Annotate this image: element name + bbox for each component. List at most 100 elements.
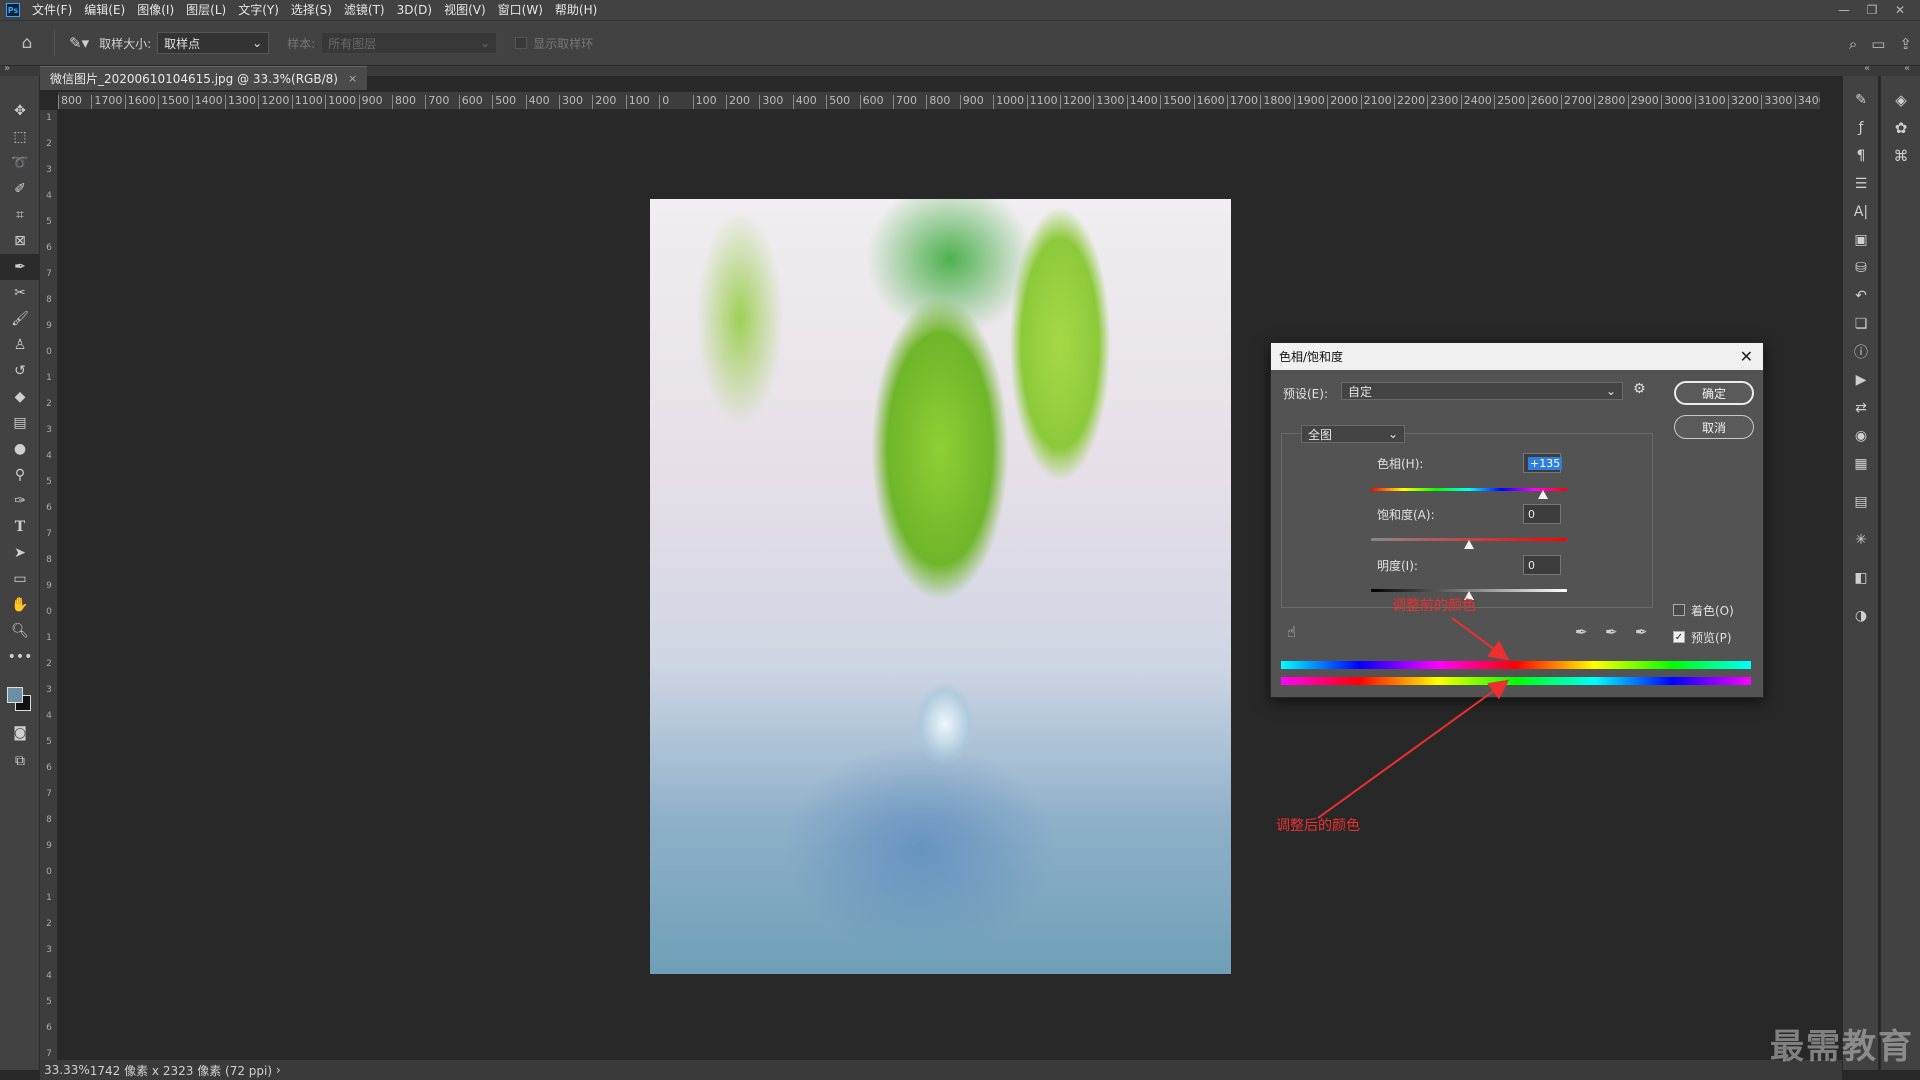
eyedropper-add-icon[interactable]: ✒ [1605,623,1618,641]
sample-size-select[interactable]: 取样点 ⌄ [157,32,270,54]
menu-select[interactable]: 选择(S) [285,0,338,20]
saturation-input[interactable]: 0 [1523,504,1561,524]
targeted-adjust-icon[interactable]: ☝ [1287,623,1296,641]
quick-mask-icon[interactable]: ◙ [0,720,40,746]
hand-icon[interactable]: ✋ [0,592,40,618]
eyedropper-subtract-icon[interactable]: ✒ [1635,623,1648,641]
menu-edit[interactable]: 编辑(E) [78,0,131,20]
saturation-slider-thumb[interactable] [1464,540,1474,549]
sample-select[interactable]: 所有图层 ⌄ [321,32,498,54]
menu-file[interactable]: 文件(F) [26,0,78,20]
eyedropper-preset-icon[interactable]: ✎▾ [69,34,89,52]
close-icon[interactable]: ✕ [1740,347,1753,366]
navigator-icon[interactable]: ⇄ [1843,394,1879,422]
notes-icon[interactable]: ▤ [1843,488,1879,516]
path-select-icon[interactable]: ➤ [0,540,40,566]
close-window-icon[interactable]: ✕ [1886,3,1914,17]
preview-checkbox[interactable]: ✓ [1673,631,1685,643]
ruler-tick: 1100 [1026,95,1058,109]
history-brush-icon[interactable]: ↺ [0,358,40,384]
screen-mode-icon[interactable]: ⧉ [0,748,40,774]
color-icon[interactable]: ◑ [1843,602,1879,630]
zoom-icon[interactable]: 🔍︎ [0,618,40,644]
menu-type[interactable]: 文字(Y) [232,0,285,20]
collapse-right-icon[interactable]: « [1864,63,1870,74]
3d-icon[interactable]: ◉ [1843,422,1879,450]
cancel-button[interactable]: 取消 [1674,415,1754,439]
ok-button[interactable]: 确定 [1674,381,1754,405]
marquee-icon[interactable]: ⬚ [0,124,40,150]
history-icon[interactable]: ↶ [1843,282,1879,310]
brush-settings-icon[interactable]: ✎ [1843,86,1879,114]
hue-input[interactable]: +135 [1523,453,1563,473]
pen-icon[interactable]: ✑ [0,488,40,514]
dodge-icon[interactable]: ⚲ [0,462,40,488]
styles-icon[interactable]: ƒ [1843,114,1879,142]
search-icon[interactable]: ⌕ [1849,35,1857,53]
eyedropper-icon[interactable]: ✒ [0,254,40,280]
stamp-icon[interactable]: ♙ [0,332,40,358]
eraser-icon[interactable]: ◆ [0,384,40,410]
restore-icon[interactable]: ❐ [1858,3,1886,17]
hue-slider-thumb[interactable] [1537,490,1548,499]
ruler-tick: 200 [592,95,616,109]
menu-filter[interactable]: 滤镜(T) [338,0,391,20]
ruler-tick: 100 [625,95,650,109]
menu-image[interactable]: 图像(I) [131,0,180,20]
close-tab-icon[interactable]: × [348,72,357,85]
info-icon[interactable]: ⓘ [1843,338,1879,366]
layers-icon[interactable]: ◈ [1881,86,1920,114]
clone-source-icon[interactable]: ⛁ [1843,254,1879,282]
show-ring-checkbox[interactable] [515,37,528,49]
menu-view[interactable]: 视图(V) [438,0,492,20]
menu-help[interactable]: 帮助(H) [549,0,603,20]
more-icon[interactable]: ••• [0,644,40,670]
document-tab[interactable]: 微信图片_20200610104615.jpg @ 33.3%(RGB/8) × [40,66,368,90]
table-icon[interactable]: ▦ [1843,450,1879,478]
paragraph-icon[interactable]: ¶ [1843,142,1879,170]
lasso-icon[interactable]: ➰ [0,150,40,176]
measurement-icon[interactable]: ✳ [1843,526,1879,554]
channels-icon[interactable]: ✿ [1881,114,1920,142]
glyphs-icon[interactable]: ▣ [1843,226,1879,254]
ruler-tick: 2 [46,399,52,409]
menu-window[interactable]: 窗口(W) [492,0,549,20]
collapse-right2-icon[interactable]: « [1904,63,1910,74]
ruler-tick: 1000 [993,95,1024,109]
paths-icon[interactable]: ⌘ [1881,142,1920,170]
actions-icon[interactable]: ▶ [1843,366,1879,394]
home-icon[interactable]: ⌂ [14,30,40,56]
collapse-left-icon[interactable]: » [4,63,10,74]
document-image[interactable] [650,199,1231,974]
lightness-input[interactable]: 0 [1523,555,1561,575]
move-icon[interactable]: ✥ [0,98,40,124]
menu-layer[interactable]: 图层(L) [180,0,232,20]
channel-select[interactable]: 全图 ⌄ [1301,425,1405,443]
ruler-tick: 1 [46,893,52,903]
chevron-right-icon[interactable]: › [276,1063,281,1077]
rectangle-icon[interactable]: ▭ [0,566,40,592]
crop-icon[interactable]: ⌗ [0,202,40,228]
menu-3d[interactable]: 3D(D) [391,0,438,20]
adjustments-icon[interactable]: ☰ [1843,170,1879,198]
libraries-icon[interactable]: ❏ [1843,310,1879,338]
character-icon[interactable]: A| [1843,198,1879,226]
colorize-checkbox[interactable] [1673,604,1685,616]
healing-icon[interactable]: ✂ [0,280,40,306]
zoom-level[interactable]: 33.33% [44,1063,90,1077]
eyedropper-icon[interactable]: ✒ [1575,623,1588,641]
gradient-icon[interactable]: ▤ [0,410,40,436]
type-icon[interactable]: T [0,514,40,540]
workspace-icon[interactable]: ▭ [1871,35,1885,53]
frame-icon[interactable]: ⊠ [0,228,40,254]
swatches-icon[interactable]: ◧ [1843,564,1879,592]
share-icon[interactable]: ⇪ [1899,35,1912,53]
quick-select-icon[interactable]: ✐ [0,176,40,202]
minimize-icon[interactable]: — [1830,3,1858,17]
blur-icon[interactable]: ● [0,436,40,462]
preset-select[interactable]: 自定 ⌄ [1341,382,1623,400]
colorize-label: 着色(O) [1691,604,1734,618]
gear-icon[interactable]: ⚙ [1633,381,1646,397]
foreground-color-swatch[interactable] [7,687,23,703]
brush-icon[interactable]: 🖌 [0,306,40,332]
